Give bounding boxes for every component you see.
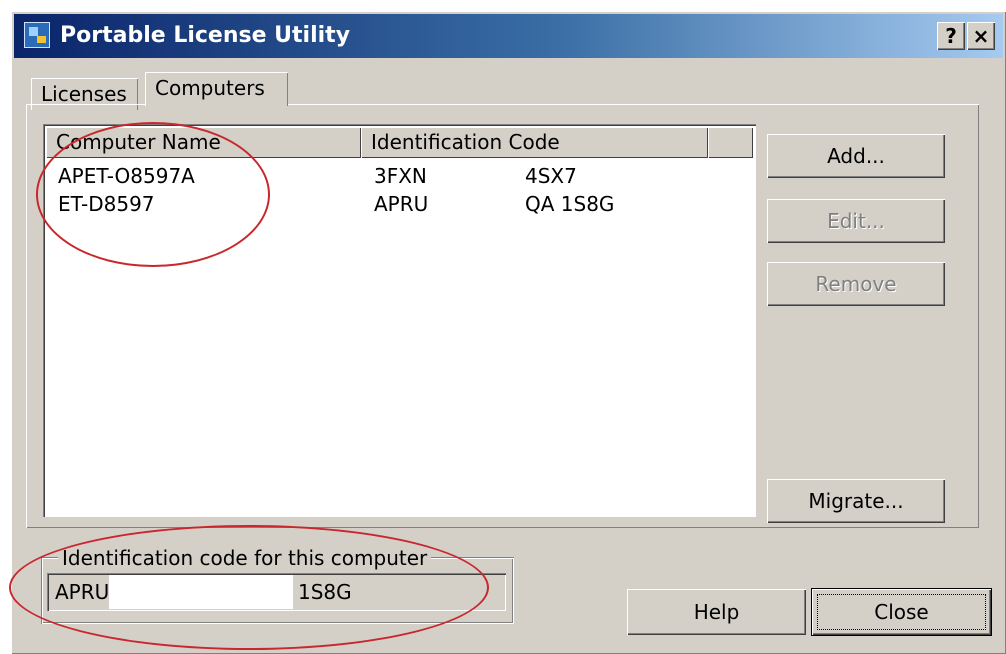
migrate-button-label: Migrate... bbox=[808, 489, 904, 513]
id-code-part2: 1S8G bbox=[298, 580, 352, 604]
column-header-computer-name[interactable]: Computer Name bbox=[46, 127, 361, 158]
row-code-part2: 4SX7 bbox=[525, 164, 577, 188]
help-button[interactable]: Help bbox=[627, 589, 806, 635]
id-code-part1: APRU bbox=[55, 580, 110, 604]
row-code-part1: APRU bbox=[374, 192, 429, 216]
app-icon bbox=[24, 22, 50, 48]
row-computer-name: APET-O8597A bbox=[58, 164, 195, 188]
computers-list[interactable]: Computer Name Identification Code APET-O… bbox=[43, 124, 756, 517]
title-help-button[interactable]: ? bbox=[937, 22, 965, 50]
row-code-part2: QA 1S8G bbox=[525, 192, 615, 216]
row-code-part1: 3FXN bbox=[374, 164, 427, 188]
close-button[interactable]: Close bbox=[812, 589, 991, 635]
edit-button-label: Edit... bbox=[827, 209, 885, 233]
remove-button[interactable]: Remove bbox=[767, 262, 945, 306]
add-button-label: Add... bbox=[827, 144, 885, 168]
remove-button-label: Remove bbox=[815, 272, 897, 296]
table-row[interactable]: APET-O8597A 3FXN 4SX7 bbox=[46, 162, 753, 190]
tab-computers[interactable]: Computers bbox=[145, 72, 288, 106]
close-button-label: Close bbox=[874, 600, 929, 624]
title-close-button[interactable]: × bbox=[967, 22, 995, 50]
edit-button[interactable]: Edit... bbox=[767, 199, 945, 243]
column-header-identification-code[interactable]: Identification Code bbox=[361, 127, 708, 158]
window-title: Portable License Utility bbox=[60, 23, 351, 48]
row-computer-name: ET-D8597 bbox=[58, 192, 155, 216]
title-bar[interactable]: Portable License Utility ? × bbox=[14, 14, 1003, 58]
add-button[interactable]: Add... bbox=[767, 134, 945, 178]
help-button-label: Help bbox=[693, 600, 740, 624]
identification-code-field[interactable]: APRU 1S8G bbox=[47, 573, 506, 611]
migrate-button[interactable]: Migrate... bbox=[767, 479, 945, 523]
identification-group-label: Identification code for this computer bbox=[58, 544, 432, 572]
redaction-mask bbox=[109, 575, 293, 609]
table-row[interactable]: ET-D8597 APRU QA 1S8G bbox=[46, 190, 753, 218]
column-header-filler bbox=[708, 127, 753, 158]
